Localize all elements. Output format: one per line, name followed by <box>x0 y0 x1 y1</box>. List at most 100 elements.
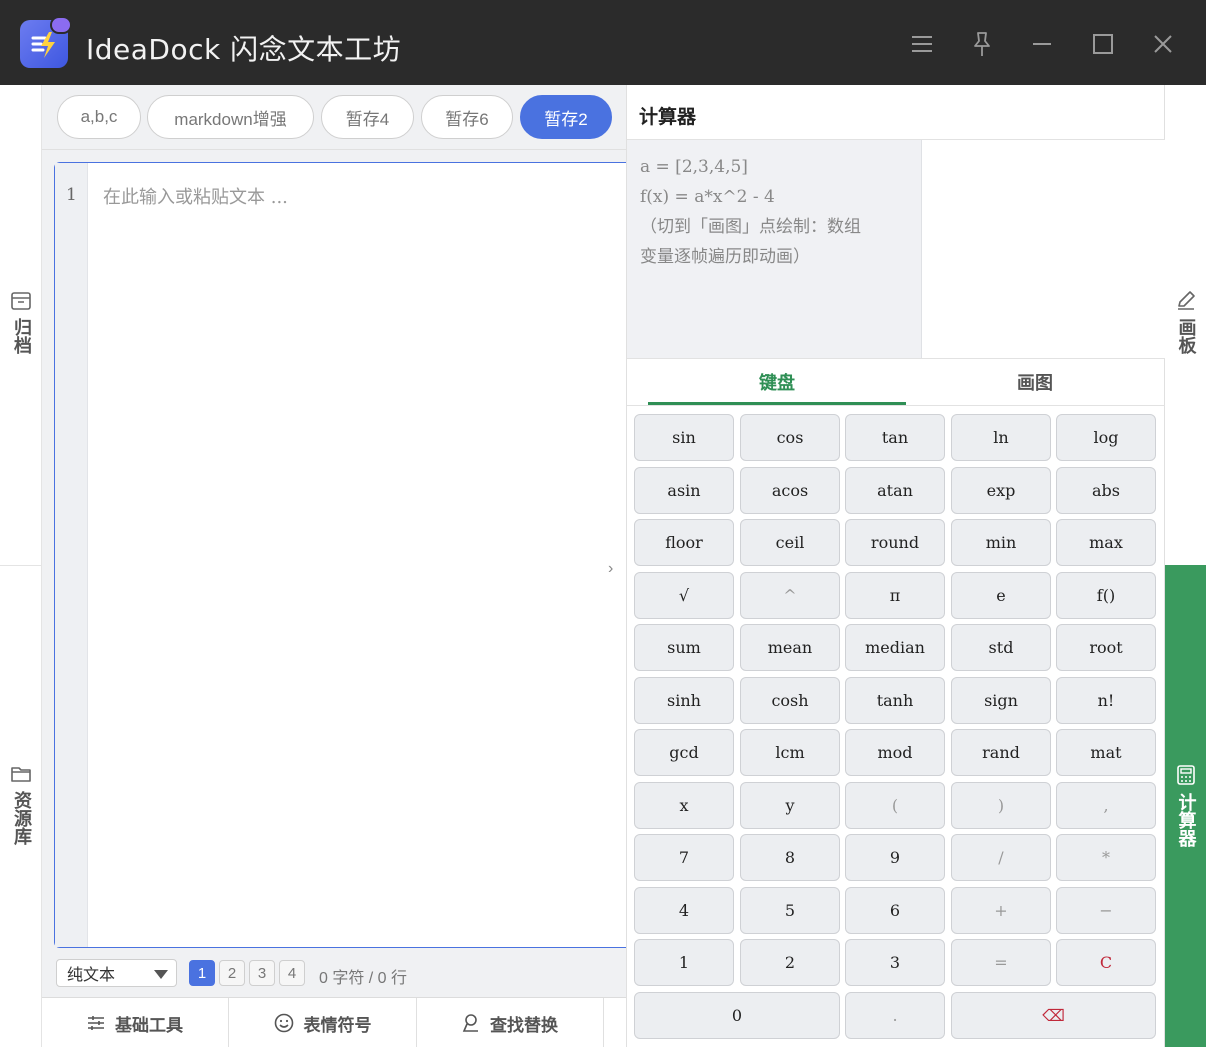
key-ln[interactable]: ln <box>951 414 1051 461</box>
key-root[interactable]: root <box>1056 624 1156 671</box>
bottom-toolbar: 基础工具 表情符号 查找替换 <box>42 997 626 1047</box>
tab-stash4[interactable]: 暂存4 <box>321 95 414 139</box>
tab-plot[interactable]: 画图 <box>906 359 1164 405</box>
key-max[interactable]: max <box>1056 519 1156 566</box>
key-pi[interactable]: π <box>845 571 945 619</box>
key-minus[interactable]: − <box>1056 886 1156 934</box>
tab-stash6[interactable]: 暂存6 <box>421 95 513 139</box>
text-editor[interactable]: 1 在此输入或粘贴文本 ... <box>54 162 634 948</box>
key-mat[interactable]: mat <box>1056 729 1156 776</box>
key-mod[interactable]: mod <box>845 729 945 776</box>
key-8[interactable]: 8 <box>740 834 840 881</box>
key-6[interactable]: 6 <box>845 886 945 934</box>
key-atan[interactable]: atan <box>845 466 945 514</box>
key-function[interactable]: f() <box>1056 571 1156 619</box>
expression-line: 变量逐帧遍历即动画） <box>640 247 810 267</box>
key-median[interactable]: median <box>845 624 945 671</box>
key-sqrt[interactable]: √ <box>634 571 734 619</box>
key-3[interactable]: 3 <box>845 939 945 986</box>
find-replace-button[interactable]: 查找替换 <box>417 998 604 1047</box>
key-comma[interactable]: , <box>1056 781 1156 829</box>
key-tanh[interactable]: tanh <box>845 676 945 724</box>
tab-abc[interactable]: a,b,c <box>57 95 141 139</box>
key-1[interactable]: 1 <box>634 939 734 986</box>
page-button-2[interactable]: 2 <box>219 960 245 986</box>
key-lcm[interactable]: lcm <box>740 729 840 776</box>
emoji-button[interactable]: 表情符号 <box>229 998 417 1047</box>
page-button-3[interactable]: 3 <box>249 960 275 986</box>
pencil-icon <box>1177 291 1195 310</box>
key-exp[interactable]: exp <box>951 466 1051 514</box>
tab-keyboard[interactable]: 键盘 <box>648 359 906 405</box>
key-7[interactable]: 7 <box>634 834 734 881</box>
key-cos[interactable]: cos <box>740 414 840 461</box>
text-mode-select[interactable]: 纯文本 <box>56 959 177 987</box>
calculator-title: 计算器 <box>639 106 697 128</box>
calculator-expression-input[interactable]: a = [2,3,4,5] f(x) = a*x^2 - 4 （切到「画图」点绘… <box>627 140 922 358</box>
key-round[interactable]: round <box>845 519 945 566</box>
basic-tools-button[interactable]: 基础工具 <box>42 998 229 1047</box>
key-rparen[interactable]: ) <box>951 781 1051 829</box>
key-log[interactable]: log <box>1056 414 1156 461</box>
page-button-4[interactable]: 4 <box>279 960 305 986</box>
key-divide[interactable]: / <box>951 834 1051 881</box>
key-cosh[interactable]: cosh <box>740 676 840 724</box>
char-line-count: 0 字符 / 0 行 <box>319 970 408 987</box>
key-std[interactable]: std <box>951 624 1051 671</box>
key-asin[interactable]: asin <box>634 466 734 514</box>
tab-strip: a,b,c markdown增强 暂存4 暂存6 暂存2 <box>42 85 626 150</box>
key-5[interactable]: 5 <box>740 886 840 934</box>
minimize-icon[interactable] <box>1024 26 1060 62</box>
rail-item-resources[interactable]: 资源库 <box>0 765 42 845</box>
key-4[interactable]: 4 <box>634 886 734 934</box>
rail-item-board[interactable]: 画板 <box>1165 290 1206 354</box>
key-ceil[interactable]: ceil <box>740 519 840 566</box>
tab-stash2[interactable]: 暂存2 <box>520 95 612 139</box>
rail-item-calculator[interactable]: 计算器 <box>1165 565 1206 1047</box>
key-tan[interactable]: tan <box>845 414 945 461</box>
key-sum[interactable]: sum <box>634 624 734 671</box>
key-y[interactable]: y <box>740 781 840 829</box>
key-sinh[interactable]: sinh <box>634 676 734 724</box>
line-gutter: 1 <box>55 163 88 947</box>
key-gcd[interactable]: gcd <box>634 729 734 776</box>
key-factorial[interactable]: n! <box>1056 676 1156 724</box>
key-acos[interactable]: acos <box>740 466 840 514</box>
key-backspace[interactable]: ⌫ <box>951 991 1156 1039</box>
folder-icon <box>11 767 31 782</box>
editor-area: 1 在此输入或粘贴文本 ... <box>42 150 634 998</box>
plug-badge-icon <box>50 16 72 34</box>
key-equals[interactable]: = <box>951 939 1051 986</box>
key-rand[interactable]: rand <box>951 729 1051 776</box>
key-sin[interactable]: sin <box>634 414 734 461</box>
key-min[interactable]: min <box>951 519 1051 566</box>
menu-icon[interactable] <box>904 26 940 62</box>
key-multiply[interactable]: * <box>1056 834 1156 881</box>
key-9[interactable]: 9 <box>845 834 945 881</box>
collapse-panel-chevron-icon[interactable]: › <box>608 560 613 578</box>
key-clear[interactable]: C <box>1056 939 1156 986</box>
key-0[interactable]: 0 <box>634 991 840 1039</box>
line-number: 1 <box>66 185 77 205</box>
key-2[interactable]: 2 <box>740 939 840 986</box>
emoji-label: 表情符号 <box>303 1015 372 1035</box>
key-x[interactable]: x <box>634 781 734 829</box>
tab-markdown[interactable]: markdown增强 <box>147 95 314 139</box>
pin-icon[interactable] <box>964 26 1000 62</box>
key-lparen[interactable]: ( <box>845 781 945 829</box>
key-floor[interactable]: floor <box>634 519 734 566</box>
close-icon[interactable] <box>1145 26 1181 62</box>
editor-statusbar: 纯文本 1 2 3 4 0 字符 / 0 行 <box>42 955 626 991</box>
key-sign[interactable]: sign <box>951 676 1051 724</box>
key-mean[interactable]: mean <box>740 624 840 671</box>
rail-item-archive[interactable]: 归档 <box>0 292 42 354</box>
key-plus[interactable]: + <box>951 886 1051 934</box>
key-e[interactable]: e <box>951 571 1051 619</box>
calculator-panel: 计算器 a = [2,3,4,5] f(x) = a*x^2 - 4 （切到「画… <box>626 85 1166 1047</box>
key-abs[interactable]: abs <box>1056 466 1156 514</box>
key-power[interactable]: ^ <box>740 571 840 619</box>
basic-tools-label: 基础工具 <box>115 1015 183 1035</box>
page-button-1[interactable]: 1 <box>189 960 215 986</box>
key-decimal[interactable]: . <box>845 991 945 1039</box>
maximize-icon[interactable] <box>1085 26 1121 62</box>
